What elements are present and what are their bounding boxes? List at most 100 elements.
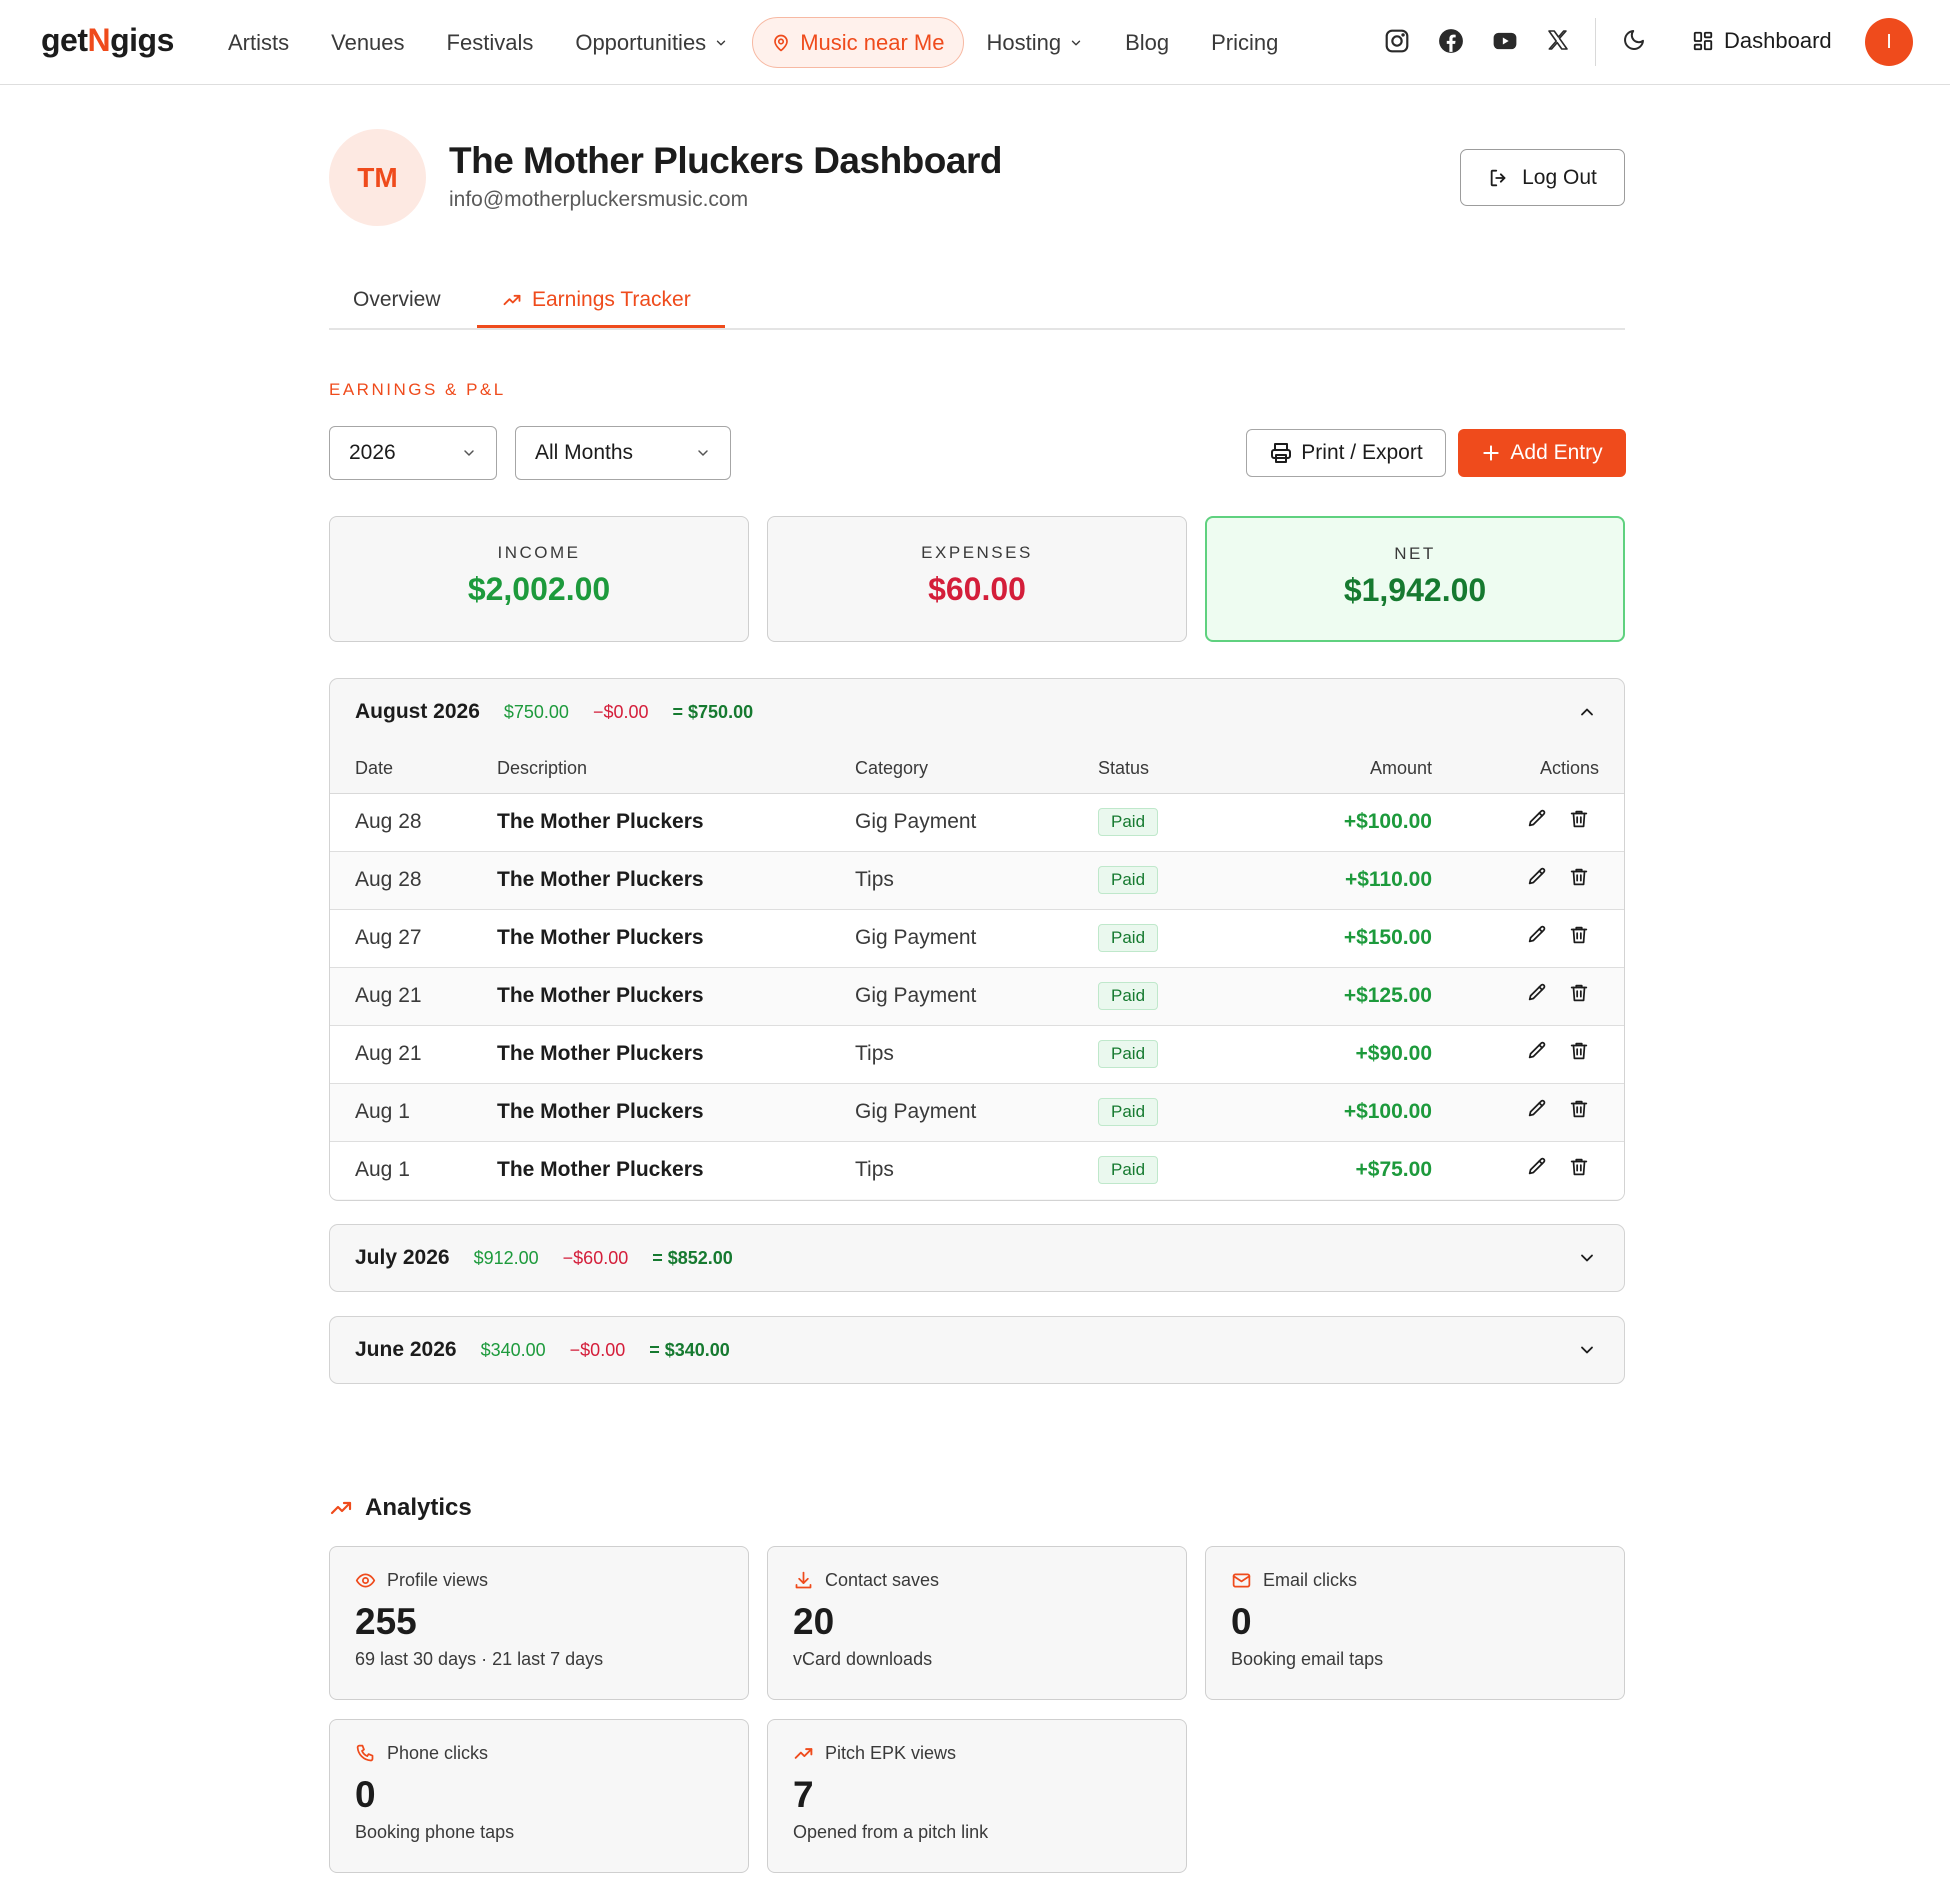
- year-select[interactable]: 2026: [329, 426, 497, 480]
- x-icon[interactable]: [1546, 28, 1570, 52]
- table-header-row: Date Description Category Status Amount …: [330, 745, 1624, 793]
- cell-amount: +$150.00: [1343, 926, 1432, 949]
- cell-amount: +$100.00: [1343, 810, 1432, 833]
- instagram-icon[interactable]: [1384, 28, 1410, 54]
- chevron-down-icon: [714, 36, 728, 50]
- col-date: Date: [355, 758, 394, 779]
- edit-icon[interactable]: [1526, 924, 1548, 946]
- nav-link-artists[interactable]: Artists: [228, 30, 289, 56]
- cell-date: Aug 28: [355, 868, 422, 891]
- tab-label: Overview: [353, 288, 441, 311]
- cell-status: Paid: [1098, 1025, 1248, 1083]
- add-entry-button[interactable]: Add Entry: [1458, 429, 1626, 477]
- month-header[interactable]: June 2026 $340.00 −$0.00 = $340.00: [330, 1317, 1624, 1383]
- edit-icon[interactable]: [1526, 1098, 1548, 1120]
- youtube-icon[interactable]: [1492, 28, 1518, 54]
- cell-actions: [1432, 793, 1624, 851]
- nav-link-opportunities[interactable]: Opportunities: [575, 30, 728, 56]
- analytics-label: Phone clicks: [387, 1743, 489, 1763]
- tab-earnings-tracker[interactable]: Earnings Tracker: [502, 288, 691, 312]
- chevron-down-icon: [1069, 36, 1083, 50]
- nav-link-label: Hosting: [986, 29, 1062, 55]
- cell-category: Gig Payment: [855, 926, 977, 949]
- month-header[interactable]: July 2026 $912.00 −$60.00 = $852.00: [330, 1225, 1624, 1291]
- logout-label: Log Out: [1522, 165, 1597, 189]
- mail-icon: [1231, 1570, 1252, 1591]
- trash-icon[interactable]: [1568, 808, 1590, 830]
- trash-icon[interactable]: [1568, 982, 1590, 1004]
- cell-actions: [1432, 1083, 1624, 1141]
- month-select[interactable]: All Months: [515, 426, 731, 480]
- analytics-card-contact-saves: Contact saves 20 vCard downloads: [767, 1546, 1187, 1700]
- expenses-value: $60.00: [928, 571, 1026, 607]
- analytics-value: 255: [355, 1601, 417, 1642]
- logout-button[interactable]: Log Out: [1460, 149, 1625, 206]
- cell-date: Aug 21: [355, 984, 422, 1007]
- status-badge: Paid: [1098, 1098, 1159, 1126]
- cell-category: Gig Payment: [855, 984, 977, 1007]
- print-export-button[interactable]: Print / Export: [1246, 429, 1446, 477]
- col-category: Category: [855, 758, 929, 779]
- tab-overview[interactable]: Overview: [353, 288, 441, 312]
- edit-icon[interactable]: [1526, 982, 1548, 1004]
- edit-icon[interactable]: [1526, 1040, 1548, 1062]
- facebook-icon[interactable]: [1438, 28, 1464, 54]
- status-badge: Paid: [1098, 982, 1159, 1010]
- trash-icon[interactable]: [1568, 1040, 1590, 1062]
- cell-status: Paid: [1098, 967, 1248, 1025]
- net-label: NET: [1394, 544, 1436, 563]
- edit-icon[interactable]: [1526, 1156, 1548, 1178]
- month-header[interactable]: August 2026 $750.00 −$0.00 = $750.00: [330, 679, 1624, 745]
- analytics-value: 20: [793, 1601, 835, 1642]
- analytics-value: 7: [793, 1774, 814, 1815]
- eye-icon: [355, 1570, 376, 1591]
- trash-icon[interactable]: [1568, 866, 1590, 888]
- cell-category: Gig Payment: [855, 810, 977, 833]
- net-card: NET $1,942.00: [1205, 516, 1625, 642]
- income-card: INCOME $2,002.00: [329, 516, 749, 642]
- net-value: $1,942.00: [1343, 572, 1487, 608]
- month-name: August 2026: [355, 700, 480, 723]
- moon-icon[interactable]: [1622, 28, 1646, 52]
- cell-amount: +$100.00: [1343, 1100, 1432, 1123]
- nav-link-venues[interactable]: Venues: [331, 30, 404, 56]
- edit-icon[interactable]: [1526, 808, 1548, 830]
- table-row: Aug 21 The Mother Pluckers Gig Payment Paid…: [330, 967, 1624, 1025]
- cell-date: Aug 28: [355, 810, 422, 833]
- trash-icon[interactable]: [1568, 1156, 1590, 1178]
- chevron-up-icon[interactable]: [1577, 702, 1597, 722]
- nav-link-blog[interactable]: Blog: [1125, 30, 1169, 56]
- music-near-me-button[interactable]: Music near Me: [752, 17, 965, 68]
- nav-link-pricing[interactable]: Pricing: [1211, 30, 1278, 56]
- site-logo[interactable]: getNgigs: [41, 22, 174, 59]
- edit-icon[interactable]: [1526, 866, 1548, 888]
- dashboard-link[interactable]: Dashboard: [1692, 28, 1832, 54]
- cell-amount: +$125.00: [1343, 984, 1432, 1007]
- cell-description: The Mother Pluckers: [497, 868, 704, 891]
- chevron-down-icon[interactable]: [1577, 1248, 1597, 1268]
- cell-status: Paid: [1098, 793, 1248, 851]
- nav-link-hosting[interactable]: Hosting: [986, 30, 1083, 56]
- cell-description: The Mother Pluckers: [497, 1042, 704, 1065]
- status-badge: Paid: [1098, 866, 1159, 894]
- entries-table: Date Description Category Status Amount …: [330, 745, 1624, 1199]
- month-panel-june: June 2026 $340.00 −$0.00 = $340.00: [329, 1316, 1625, 1384]
- trending-up-icon: [502, 290, 522, 310]
- month-expenses: −$60.00: [562, 1247, 629, 1268]
- cell-category: Gig Payment: [855, 1100, 977, 1123]
- analytics-title: Analytics: [365, 1494, 472, 1521]
- chevron-down-icon[interactable]: [1577, 1340, 1597, 1360]
- cell-description: The Mother Pluckers: [497, 1158, 704, 1182]
- trash-icon[interactable]: [1568, 1098, 1590, 1120]
- cell-date: Aug 27: [355, 926, 422, 949]
- dashboard-label: Dashboard: [1724, 28, 1832, 53]
- col-description: Description: [497, 758, 588, 779]
- user-avatar[interactable]: I: [1865, 18, 1913, 66]
- nav-link-festivals[interactable]: Festivals: [447, 30, 534, 56]
- trash-icon[interactable]: [1568, 924, 1590, 946]
- expenses-card: EXPENSES $60.00: [767, 516, 1187, 642]
- cell-actions: [1432, 851, 1624, 909]
- cell-description: The Mother Pluckers: [497, 810, 704, 833]
- cell-category: Tips: [855, 868, 894, 891]
- month-net: = $852.00: [652, 1247, 733, 1268]
